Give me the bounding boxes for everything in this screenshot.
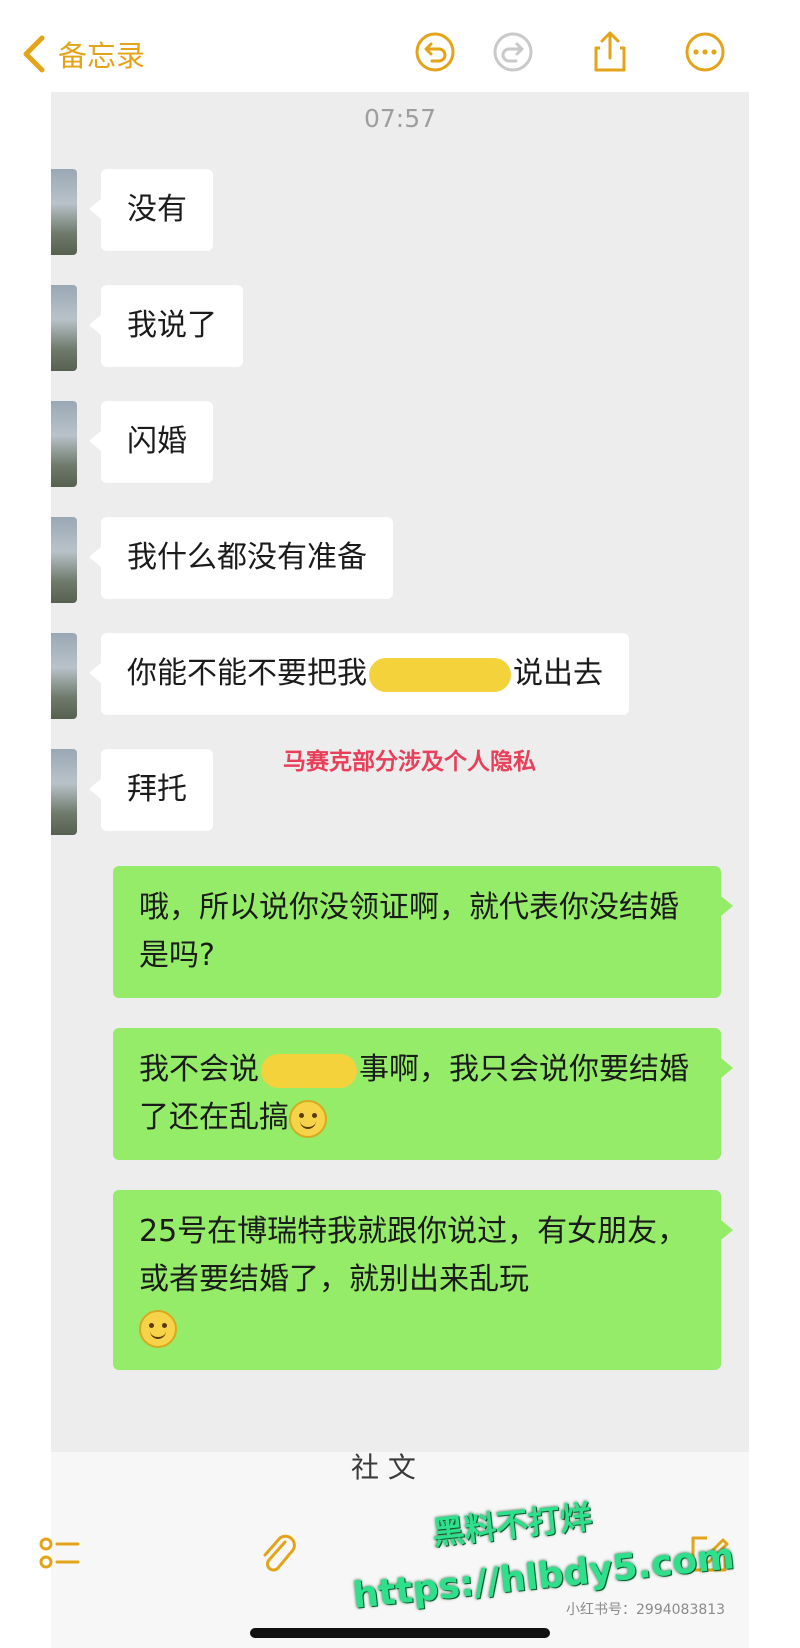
message-text: 你能不能不要把我 [127, 656, 367, 691]
message-text: 闪婚 [127, 424, 187, 459]
smile-emoji-icon [139, 1309, 177, 1348]
share-icon [594, 31, 626, 72]
privacy-note: 马赛克部分涉及个人隐私 [283, 749, 536, 775]
message-text: 我不会说 [139, 1052, 259, 1087]
share-button[interactable] [588, 30, 632, 74]
smile-emoji-icon [289, 1099, 327, 1138]
chat-timestamp: 07:57 [363, 104, 437, 133]
avatar [51, 749, 77, 835]
message-text: 说出去 [513, 656, 603, 691]
message-text: 我什么都没有准备 [127, 540, 367, 575]
incoming-message: 你能不能不要把我 说出去 [89, 633, 629, 715]
incoming-message: 没有 [89, 169, 213, 251]
undo-icon [415, 32, 455, 72]
notes-toolbar: 备忘录 [0, 0, 800, 100]
redo-icon [493, 32, 533, 72]
incoming-message: 拜托 [89, 749, 213, 831]
incoming-message: 我什么都没有准备 [89, 517, 393, 599]
message-text: 25号在博瑞特我就跟你说过，有女朋友，或者要结婚了，就别出来乱玩 [139, 1214, 688, 1297]
message-text: 我说了 [127, 308, 217, 343]
avatar [51, 169, 77, 255]
undo-button[interactable] [413, 30, 457, 74]
message-text: 拜托 [127, 772, 187, 807]
outgoing-message: 我不会说 事啊，我只会说你要结婚了还在乱搞 [113, 1028, 733, 1160]
outgoing-message: 哦，所以说你没领证啊，就代表你没结婚是吗? [113, 866, 733, 998]
privacy-mask [369, 657, 511, 692]
back-button[interactable]: 备忘录 [20, 30, 145, 78]
attachment-button[interactable] [255, 1530, 303, 1578]
chat-screenshot: 07:57 没有 我说了 闪婚 我什么都没有准备 你能不能不要把我 说出去 马赛克… [51, 92, 749, 1452]
xiaohongshu-id: 小红书号：2994083813 [566, 1602, 726, 1618]
redo-button[interactable] [491, 30, 535, 74]
avatar [51, 517, 77, 603]
checklist-icon [39, 1537, 80, 1569]
message-text: 哦，所以说你没领证啊，就代表你没结婚是吗? [139, 890, 679, 973]
incoming-message: 闪婚 [89, 401, 213, 483]
outgoing-message: 25号在博瑞特我就跟你说过，有女朋友，或者要结婚了，就别出来乱玩 [113, 1190, 733, 1370]
avatar [51, 285, 77, 371]
incoming-message: 我说了 [89, 285, 243, 367]
chevron-left-icon [23, 35, 45, 73]
peek-text: 社 文 [351, 1451, 416, 1484]
attachment-icon [263, 1534, 296, 1572]
avatar [51, 633, 77, 719]
back-label: 备忘录 [58, 39, 146, 73]
more-icon [685, 32, 725, 72]
more-button[interactable] [683, 30, 727, 74]
home-indicator[interactable] [250, 1628, 550, 1638]
avatar [51, 401, 77, 487]
message-text: 没有 [127, 192, 187, 227]
checklist-button[interactable] [36, 1530, 84, 1578]
privacy-mask [261, 1053, 357, 1088]
